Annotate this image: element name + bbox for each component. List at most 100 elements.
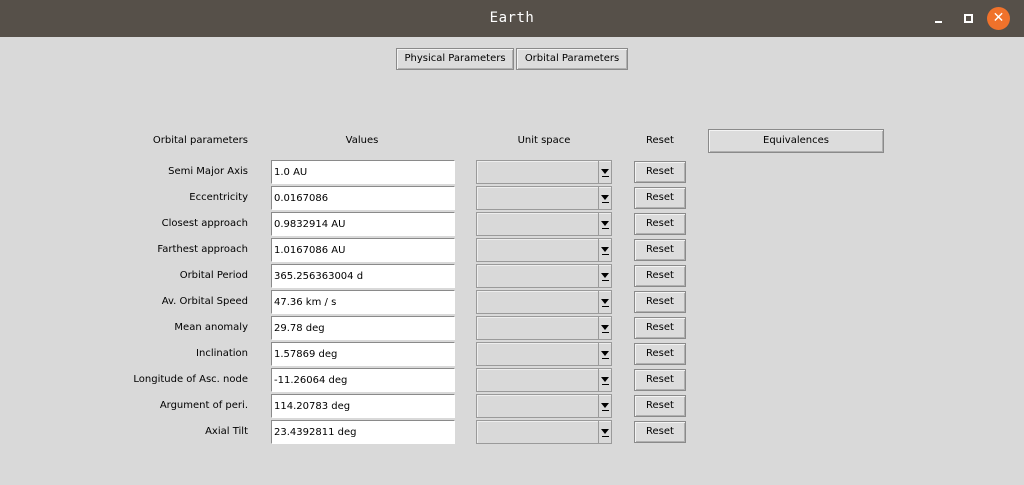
unit-space-dropdown[interactable] xyxy=(476,186,612,210)
table-row: Av. Orbital Speed Reset xyxy=(0,290,1024,314)
parameter-label: Farthest approach xyxy=(157,244,248,255)
reset-button[interactable]: Reset xyxy=(634,187,686,209)
unit-space-dropdown[interactable] xyxy=(476,160,612,184)
reset-button[interactable]: Reset xyxy=(634,421,686,443)
value-input[interactable] xyxy=(271,186,455,210)
reset-button[interactable]: Reset xyxy=(634,265,686,287)
dropdown-separator xyxy=(598,265,599,287)
value-input[interactable] xyxy=(271,316,455,340)
maximize-icon xyxy=(964,14,973,23)
dropdown-arrow-underline xyxy=(602,202,609,203)
table-row: Semi Major Axis Reset xyxy=(0,160,1024,184)
dropdown-arrow-underline xyxy=(602,384,609,385)
minimize-icon xyxy=(935,21,942,23)
table-row: Axial Tilt Reset xyxy=(0,420,1024,444)
table-row: Argument of peri. Reset xyxy=(0,394,1024,418)
value-input[interactable] xyxy=(271,368,455,392)
dropdown-arrow-underline xyxy=(602,410,609,411)
chevron-down-icon xyxy=(601,273,609,278)
title-bar: Earth ✕ xyxy=(0,0,1024,37)
tab-physical-parameters[interactable]: Physical Parameters xyxy=(396,48,514,70)
reset-button[interactable]: Reset xyxy=(634,317,686,339)
table-row: Inclination Reset xyxy=(0,342,1024,366)
value-input[interactable] xyxy=(271,290,455,314)
chevron-down-icon xyxy=(601,403,609,408)
minimize-button[interactable] xyxy=(932,13,946,27)
value-input[interactable] xyxy=(271,342,455,366)
unit-space-dropdown[interactable] xyxy=(476,316,612,340)
dropdown-separator xyxy=(598,369,599,391)
close-icon: ✕ xyxy=(992,10,1005,26)
dropdown-separator xyxy=(598,291,599,313)
dropdown-arrow-underline xyxy=(602,358,609,359)
table-row: Orbital Period Reset xyxy=(0,264,1024,288)
chevron-down-icon xyxy=(601,299,609,304)
parameter-label: Av. Orbital Speed xyxy=(161,296,248,307)
reset-button[interactable]: Reset xyxy=(634,291,686,313)
parameter-label: Semi Major Axis xyxy=(168,166,248,177)
header-orbital-parameters: Orbital parameters xyxy=(152,135,248,146)
chevron-down-icon xyxy=(601,377,609,382)
value-input[interactable] xyxy=(271,238,455,262)
unit-space-dropdown[interactable] xyxy=(476,238,612,262)
chevron-down-icon xyxy=(601,195,609,200)
dropdown-arrow-underline xyxy=(602,228,609,229)
unit-space-dropdown[interactable] xyxy=(476,342,612,366)
dropdown-arrow-underline xyxy=(602,254,609,255)
chevron-down-icon xyxy=(601,247,609,252)
chevron-down-icon xyxy=(601,325,609,330)
reset-button[interactable]: Reset xyxy=(634,161,686,183)
parameter-label: Mean anomaly xyxy=(174,322,248,333)
unit-space-dropdown[interactable] xyxy=(476,394,612,418)
dropdown-arrow-underline xyxy=(602,280,609,281)
value-input[interactable] xyxy=(271,420,455,444)
dropdown-separator xyxy=(598,239,599,261)
header-unit-space: Unit space xyxy=(517,135,571,146)
tab-orbital-parameters[interactable]: Orbital Parameters xyxy=(516,48,628,70)
reset-button[interactable]: Reset xyxy=(634,395,686,417)
unit-space-dropdown[interactable] xyxy=(476,264,612,288)
dropdown-separator xyxy=(598,395,599,417)
value-input[interactable] xyxy=(271,264,455,288)
value-input[interactable] xyxy=(271,212,455,236)
table-row: Farthest approach Reset xyxy=(0,238,1024,262)
reset-button[interactable]: Reset xyxy=(634,369,686,391)
parameter-label: Longitude of Asc. node xyxy=(133,374,248,385)
value-input[interactable] xyxy=(271,394,455,418)
parameter-label: Inclination xyxy=(196,348,248,359)
parameter-label: Axial Tilt xyxy=(205,426,248,437)
reset-button[interactable]: Reset xyxy=(634,343,686,365)
unit-space-dropdown[interactable] xyxy=(476,290,612,314)
parameter-label: Eccentricity xyxy=(189,192,248,203)
dropdown-arrow-underline xyxy=(602,306,609,307)
close-button[interactable]: ✕ xyxy=(987,7,1010,30)
table-row: Mean anomaly Reset xyxy=(0,316,1024,340)
dropdown-separator xyxy=(598,187,599,209)
value-input[interactable] xyxy=(271,160,455,184)
unit-space-dropdown[interactable] xyxy=(476,420,612,444)
parameter-label: Orbital Period xyxy=(179,270,248,281)
chevron-down-icon xyxy=(601,429,609,434)
parameter-label: Argument of peri. xyxy=(159,400,248,411)
dropdown-separator xyxy=(598,161,599,183)
chevron-down-icon xyxy=(601,221,609,226)
dropdown-separator xyxy=(598,317,599,339)
dropdown-arrow-underline xyxy=(602,436,609,437)
maximize-button[interactable] xyxy=(961,11,975,25)
equivalences-button[interactable]: Equivalences xyxy=(708,129,884,153)
unit-space-dropdown[interactable] xyxy=(476,212,612,236)
chevron-down-icon xyxy=(601,351,609,356)
unit-space-dropdown[interactable] xyxy=(476,368,612,392)
dropdown-separator xyxy=(598,343,599,365)
dropdown-arrow-underline xyxy=(602,332,609,333)
table-row: Eccentricity Reset xyxy=(0,186,1024,210)
reset-button[interactable]: Reset xyxy=(634,239,686,261)
parameter-label: Closest approach xyxy=(161,218,248,229)
table-row: Closest approach Reset xyxy=(0,212,1024,236)
dropdown-separator xyxy=(598,213,599,235)
table-row: Longitude of Asc. node Reset xyxy=(0,368,1024,392)
dropdown-arrow-underline xyxy=(602,176,609,177)
window-title: Earth xyxy=(489,10,535,26)
header-reset: Reset xyxy=(646,135,674,146)
reset-button[interactable]: Reset xyxy=(634,213,686,235)
